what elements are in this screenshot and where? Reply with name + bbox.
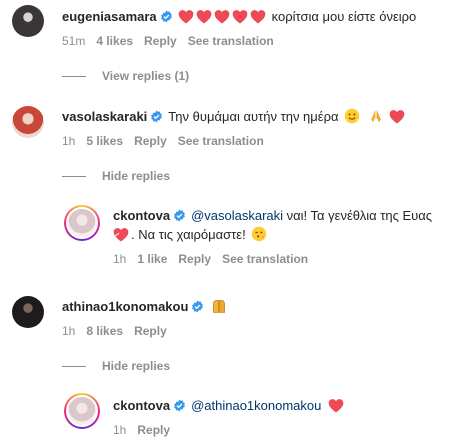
timestamp[interactable]: 1h <box>113 252 126 266</box>
divider <box>62 76 86 78</box>
comment-body-line2: . Να τις χαιρόμαστε! <box>113 226 269 244</box>
username[interactable]: vasolaskaraki <box>62 109 147 124</box>
avatar[interactable] <box>64 393 100 429</box>
timestamp[interactable]: 1h <box>113 423 126 437</box>
username[interactable]: ckontova <box>113 398 170 413</box>
mention-link[interactable]: @athinao1konomakou <box>191 398 321 413</box>
red-heart-icon <box>178 10 194 24</box>
comment-text-2: . Να τις χαιρόμαστε! <box>131 227 246 242</box>
username[interactable]: eugeniasamara <box>62 9 157 24</box>
comment-text: Την θυμάμαι αυτήν την ημέρα <box>168 109 339 124</box>
comment-body: athinao1konomakou <box>62 298 229 316</box>
comment-meta: 51m 4 likes Reply See translation <box>62 34 285 48</box>
hide-replies-label: Hide replies <box>102 169 171 183</box>
comment-body: ckontova @vasolaskaraki ναι! Τα γενέθλια … <box>113 207 432 225</box>
comment-body: eugeniasamara κορίτσια μου είστε όνειρο <box>62 8 416 26</box>
verified-badge-icon <box>174 399 185 412</box>
comment-meta: 1h 1 like Reply See translation <box>113 252 319 266</box>
see-translation-button[interactable]: See translation <box>188 34 274 48</box>
heart-with-ribbon-icon <box>113 228 129 242</box>
likes-count[interactable]: 1 like <box>137 252 167 266</box>
timestamp[interactable]: 51m <box>62 34 85 48</box>
avatar[interactable] <box>12 296 44 328</box>
view-replies-label: View replies (1) <box>102 69 190 83</box>
reply-button[interactable]: Reply <box>134 324 167 338</box>
username[interactable]: ckontova <box>113 208 170 223</box>
red-heart-icon <box>196 10 212 24</box>
divider <box>62 176 86 178</box>
folded-hands-icon <box>370 109 381 123</box>
likes-count[interactable]: 4 likes <box>96 34 133 48</box>
red-heart-icon <box>232 10 248 24</box>
red-heart-icon <box>390 110 405 124</box>
timestamp[interactable]: 1h <box>62 324 75 338</box>
reply-button[interactable]: Reply <box>178 252 211 266</box>
mention-link[interactable]: @vasolaskaraki <box>191 208 283 223</box>
comment-meta: 1h Reply <box>113 423 181 437</box>
comment-body: ckontova @athinao1konomakou <box>113 397 346 415</box>
verified-badge-icon <box>151 110 163 123</box>
reply-button[interactable]: Reply <box>137 423 170 437</box>
red-heart-icon <box>214 10 230 24</box>
avatar[interactable] <box>12 5 44 37</box>
see-translation-button[interactable]: See translation <box>178 134 264 148</box>
likes-count[interactable]: 8 likes <box>86 324 123 338</box>
winking-kiss-face-icon <box>252 226 267 242</box>
pleading-hands-icon <box>213 300 226 313</box>
comment-body: vasolaskaraki Την θυμάμαι αυτήν την ημέρα <box>62 108 407 126</box>
see-translation-button[interactable]: See translation <box>222 252 308 266</box>
divider <box>62 366 86 368</box>
avatar[interactable] <box>12 106 44 138</box>
comment-meta: 1h 5 likes Reply See translation <box>62 134 275 148</box>
comment-meta: 1h 8 likes Reply <box>62 324 178 338</box>
hide-replies-label: Hide replies <box>102 359 171 373</box>
comment-text: ναι! Τα γενέθλια της Ευας <box>283 208 433 223</box>
view-replies-button[interactable]: View replies (1) <box>62 69 189 83</box>
verified-badge-icon <box>160 10 172 23</box>
likes-count[interactable]: 5 likes <box>86 134 123 148</box>
verified-badge-icon <box>174 209 185 222</box>
smiling-face-icon <box>344 108 360 124</box>
avatar[interactable] <box>64 205 100 241</box>
reply-button[interactable]: Reply <box>134 134 167 148</box>
hide-replies-button[interactable]: Hide replies <box>62 169 170 183</box>
red-heart-icon <box>328 399 344 413</box>
hide-replies-button[interactable]: Hide replies <box>62 359 170 373</box>
username[interactable]: athinao1konomakou <box>62 299 188 314</box>
red-heart-icon <box>250 10 266 24</box>
reply-button[interactable]: Reply <box>144 34 177 48</box>
verified-badge-icon <box>192 300 204 313</box>
timestamp[interactable]: 1h <box>62 134 75 148</box>
comment-text: κορίτσια μου είστε όνειρο <box>271 9 417 24</box>
